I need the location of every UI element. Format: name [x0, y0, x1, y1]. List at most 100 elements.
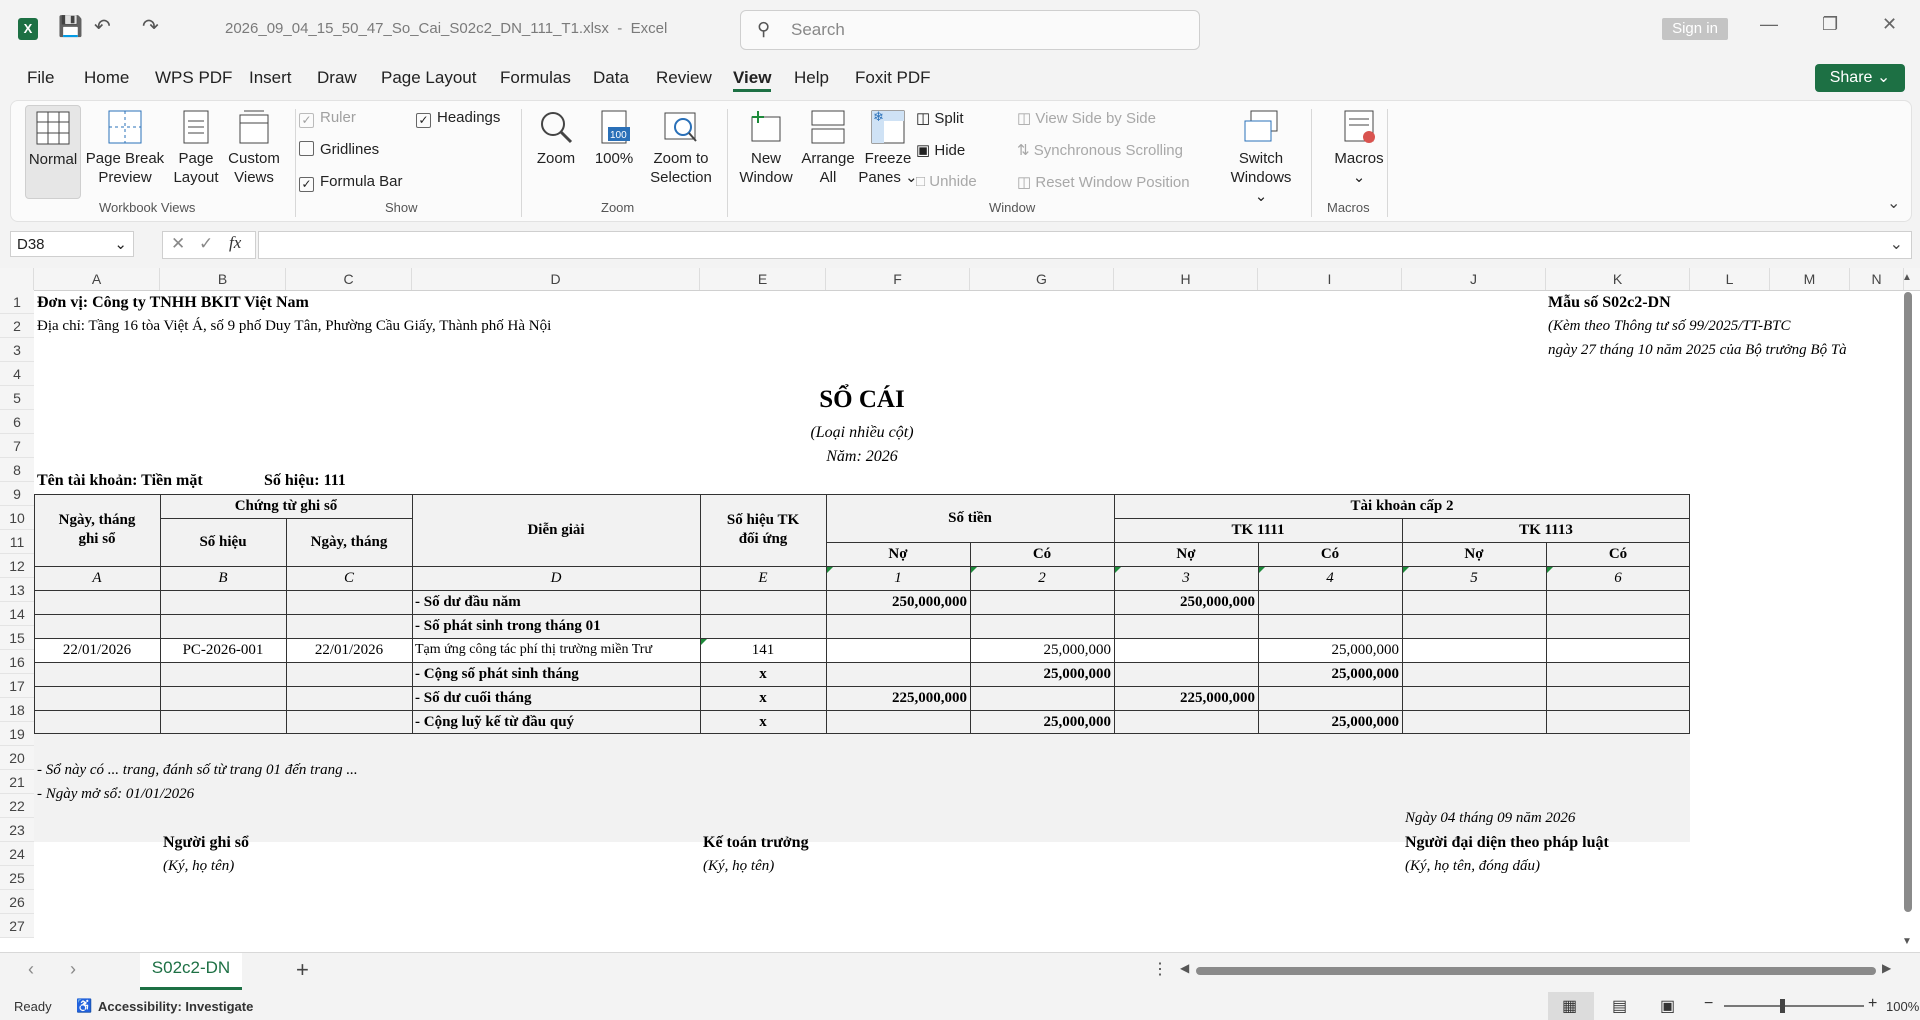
- ledger-cell-b[interactable]: PC-2026-001: [160, 638, 286, 662]
- row-header[interactable]: 21: [0, 770, 34, 794]
- row-header[interactable]: 1: [0, 290, 34, 314]
- zoom-slider[interactable]: [1724, 1005, 1864, 1007]
- row-header[interactable]: 9: [0, 482, 34, 506]
- ledger-cell-e[interactable]: x: [700, 686, 826, 710]
- reset-window-position-button[interactable]: ◫ Reset Window Position: [1017, 173, 1190, 191]
- ledger-cell-j[interactable]: [1402, 662, 1546, 686]
- ledger-cell-d[interactable]: - Số dư cuối tháng: [412, 686, 700, 710]
- ledger-cell-i[interactable]: [1258, 590, 1402, 614]
- row-header[interactable]: 16: [0, 650, 34, 674]
- scroll-up-icon[interactable]: ▲: [1902, 272, 1912, 283]
- hdr-tk1111[interactable]: TK 1111: [1114, 518, 1402, 542]
- zoom-level[interactable]: 100%: [1886, 999, 1919, 1014]
- code-cell[interactable]: C: [286, 566, 412, 590]
- ledger-cell-f[interactable]: [826, 710, 970, 734]
- row-header[interactable]: 20: [0, 746, 34, 770]
- form-reference[interactable]: (Kèm theo Thông tư số 99/2025/TT-BTC: [1548, 318, 1791, 335]
- ledger-cell-i[interactable]: [1258, 614, 1402, 638]
- ledger-title[interactable]: SỔ CÁI: [412, 386, 1312, 414]
- code-cell[interactable]: B: [160, 566, 286, 590]
- ledger-cell-a[interactable]: [34, 686, 160, 710]
- ledger-cell-d[interactable]: - Cộng số phát sinh tháng: [412, 662, 700, 686]
- tab-wps-pdf[interactable]: WPS PDF: [155, 68, 232, 88]
- scroll-left-icon[interactable]: ◀: [1180, 961, 1189, 975]
- ledger-cell-f[interactable]: [826, 614, 970, 638]
- add-sheet-icon[interactable]: +: [296, 957, 309, 983]
- arrange-all-button[interactable]: Arrange All: [797, 109, 859, 187]
- unhide-button[interactable]: □ Unhide: [916, 173, 977, 190]
- hdr-voucher[interactable]: Chứng từ ghi sổ: [160, 494, 412, 518]
- split-button[interactable]: ◫ Split: [916, 109, 964, 127]
- more-options-icon[interactable]: ⋮: [1152, 959, 1168, 979]
- share-button[interactable]: Share ⌄: [1815, 64, 1905, 92]
- tab-help[interactable]: Help: [794, 68, 829, 88]
- code-cell[interactable]: D: [412, 566, 700, 590]
- hdr-credit[interactable]: Có: [1258, 542, 1402, 566]
- ledger-cell-d[interactable]: - Số dư đầu năm: [412, 590, 700, 614]
- accessibility-status[interactable]: Accessibility: Investigate: [98, 999, 253, 1014]
- undo-icon[interactable]: ↶: [94, 14, 111, 39]
- hdr-debit[interactable]: Nợ: [1114, 542, 1258, 566]
- tab-formulas[interactable]: Formulas: [500, 68, 571, 88]
- collapse-ribbon-icon[interactable]: ⌄: [1887, 193, 1900, 213]
- switch-windows-button[interactable]: Switch Windows ⌄: [1223, 109, 1299, 206]
- vertical-scrollbar[interactable]: [1904, 292, 1912, 912]
- ledger-cell-e[interactable]: [700, 590, 826, 614]
- ledger-cell-c[interactable]: [286, 590, 412, 614]
- row-header[interactable]: 24: [0, 842, 34, 866]
- ledger-cell-i[interactable]: 25,000,000: [1258, 638, 1402, 662]
- scroll-right-icon[interactable]: ▶: [1882, 961, 1891, 975]
- select-all-corner[interactable]: [0, 268, 34, 290]
- ledger-cell-k[interactable]: [1546, 662, 1690, 686]
- expand-formula-icon[interactable]: ⌄: [1890, 234, 1903, 254]
- hdr-sub-accounts[interactable]: Tài khoản cấp 2: [1114, 494, 1690, 518]
- column-header[interactable]: M: [1770, 268, 1850, 290]
- tab-file[interactable]: File: [27, 68, 54, 88]
- custom-views-button[interactable]: Custom Views: [225, 109, 283, 187]
- ledger-cell-c[interactable]: [286, 686, 412, 710]
- headings-checkbox[interactable]: ✓ Headings: [416, 109, 500, 128]
- ledger-cell-a[interactable]: [34, 710, 160, 734]
- ledger-cell-c[interactable]: [286, 710, 412, 734]
- column-header[interactable]: E: [700, 268, 826, 290]
- column-header[interactable]: G: [970, 268, 1114, 290]
- sign-date[interactable]: Ngày 04 tháng 09 năm 2026: [1405, 810, 1575, 827]
- tab-view[interactable]: View: [733, 68, 771, 88]
- column-header[interactable]: L: [1690, 268, 1770, 290]
- row-header[interactable]: 26: [0, 890, 34, 914]
- sheet-tab-s02c2-dn[interactable]: S02c2-DN: [140, 953, 242, 990]
- tab-review[interactable]: Review: [656, 68, 712, 88]
- ledger-cell-k[interactable]: [1546, 710, 1690, 734]
- row-header[interactable]: 4: [0, 362, 34, 386]
- worksheet-grid[interactable]: A B C D E F G H I J K L M N 1 2 3 4 5 6 …: [0, 268, 1920, 952]
- synchronous-scrolling-button[interactable]: ⇅ Synchronous Scrolling: [1017, 141, 1183, 159]
- ledger-cell-j[interactable]: [1402, 590, 1546, 614]
- ledger-cell-k[interactable]: [1546, 614, 1690, 638]
- scroll-down-icon[interactable]: ▼: [1902, 936, 1912, 947]
- ledger-cell-b[interactable]: [160, 662, 286, 686]
- company-address[interactable]: Địa chỉ: Tầng 16 tòa Việt Á, số 9 phố Du…: [37, 318, 551, 335]
- search-box[interactable]: ⚲ Search: [740, 10, 1200, 50]
- row-header[interactable]: 19: [0, 722, 34, 746]
- column-header[interactable]: K: [1546, 268, 1690, 290]
- ledger-cell-j[interactable]: [1402, 710, 1546, 734]
- row-header[interactable]: 3: [0, 338, 34, 362]
- tab-data[interactable]: Data: [593, 68, 629, 88]
- row-header[interactable]: 14: [0, 602, 34, 626]
- code-cell[interactable]: 1: [826, 566, 970, 590]
- signer-chief-accountant-note[interactable]: (Ký, họ tên): [703, 858, 774, 875]
- ledger-cell-h[interactable]: 250,000,000: [1114, 590, 1258, 614]
- prev-sheet-icon[interactable]: ‹: [28, 959, 34, 980]
- account-number[interactable]: Số hiệu: 111: [264, 472, 346, 490]
- hdr-credit[interactable]: Có: [970, 542, 1114, 566]
- hdr-voucher-date[interactable]: Ngày, tháng: [286, 518, 412, 566]
- hdr-amount[interactable]: Số tiền: [826, 494, 1114, 542]
- hide-button[interactable]: ▣ Hide: [916, 141, 965, 159]
- ledger-cell-j[interactable]: [1402, 686, 1546, 710]
- close-icon[interactable]: ✕: [1882, 14, 1897, 35]
- column-header[interactable]: J: [1402, 268, 1546, 290]
- form-date[interactable]: ngày 27 tháng 10 năm 2025 của Bộ trưởng …: [1548, 342, 1847, 359]
- row-header[interactable]: 13: [0, 578, 34, 602]
- form-number[interactable]: Mẫu số S02c2-DN: [1548, 294, 1671, 312]
- new-window-button[interactable]: New Window: [731, 109, 801, 187]
